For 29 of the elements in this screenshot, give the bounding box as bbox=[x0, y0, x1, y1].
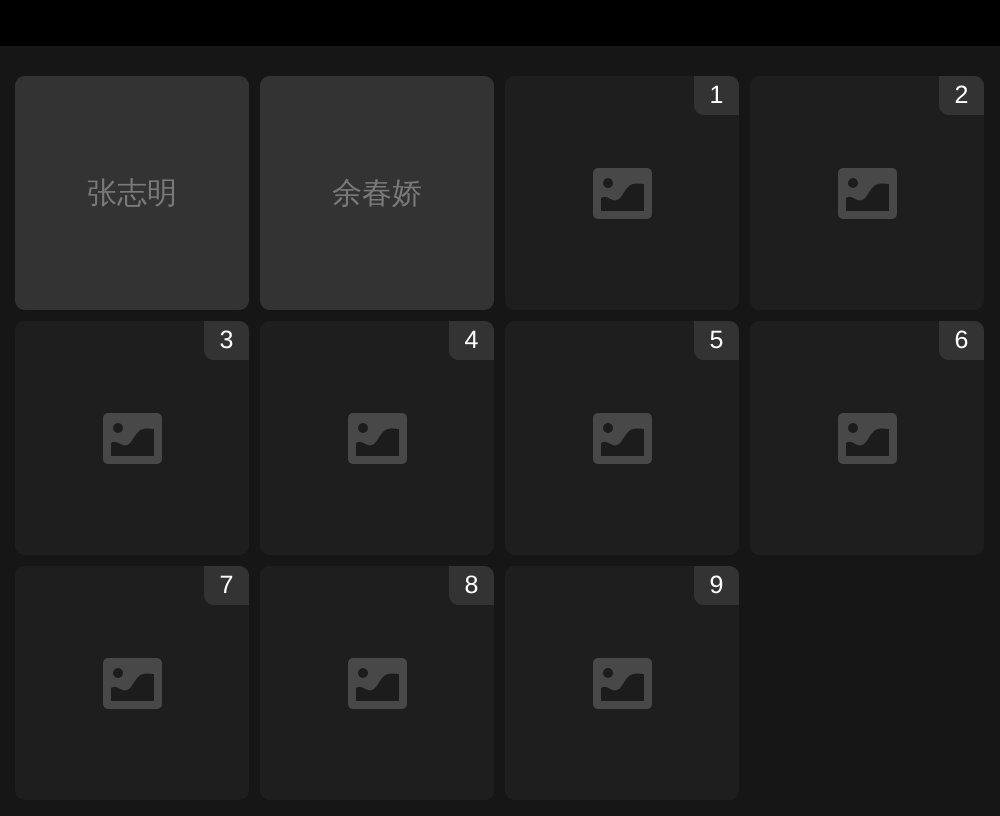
photo-number-badge: 4 bbox=[449, 321, 494, 360]
photo-tile[interactable]: 8 bbox=[260, 566, 494, 800]
photo-tile[interactable]: 2 bbox=[750, 76, 984, 310]
photo-number-badge: 8 bbox=[449, 566, 494, 605]
photo-number-badge: 7 bbox=[204, 566, 249, 605]
photo-number-badge: 6 bbox=[939, 321, 984, 360]
photo-tile[interactable]: 6 bbox=[750, 321, 984, 555]
photo-tile[interactable]: 3 bbox=[15, 321, 249, 555]
photo-tile[interactable]: 1 bbox=[505, 76, 739, 310]
photo-tile[interactable]: 4 bbox=[260, 321, 494, 555]
contact-name: 余春娇 bbox=[332, 176, 422, 212]
photo-tile[interactable]: 7 bbox=[15, 566, 249, 800]
photo-number-badge: 5 bbox=[694, 321, 739, 360]
image-placeholder-icon bbox=[348, 412, 406, 464]
photo-number-badge: 2 bbox=[939, 76, 984, 115]
photo-tile[interactable]: 9 bbox=[505, 566, 739, 800]
photo-number-badge: 3 bbox=[204, 321, 249, 360]
image-placeholder-icon bbox=[838, 412, 896, 464]
image-placeholder-icon bbox=[348, 658, 406, 708]
photo-number-badge: 1 bbox=[694, 76, 739, 115]
image-placeholder-icon bbox=[592, 412, 652, 464]
photo-tile[interactable]: 5 bbox=[505, 321, 739, 555]
image-placeholder-icon bbox=[592, 658, 652, 708]
image-placeholder-icon bbox=[102, 412, 162, 464]
image-placeholder-icon bbox=[102, 658, 162, 708]
image-placeholder-icon bbox=[838, 168, 896, 218]
image-placeholder-icon bbox=[592, 168, 652, 218]
photo-number-badge: 9 bbox=[694, 566, 739, 605]
contact-name: 张志明 bbox=[87, 176, 177, 212]
